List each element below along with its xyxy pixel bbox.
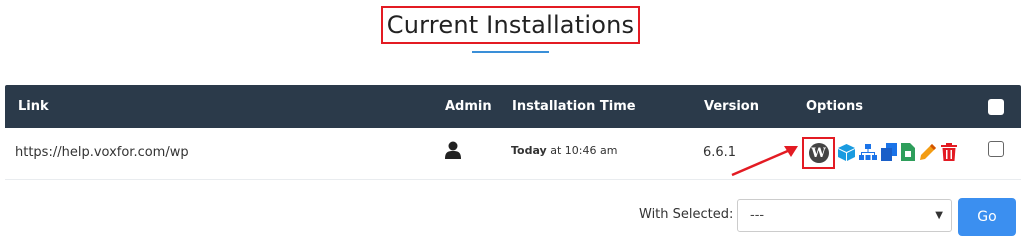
with-selected-label: With Selected:	[639, 207, 734, 222]
page-title-highlight: Current Installations	[381, 6, 640, 44]
title-underline	[472, 51, 549, 53]
file-export-icon[interactable]	[901, 142, 915, 162]
header-installation-time: Installation Time	[512, 99, 636, 114]
header-admin: Admin	[445, 99, 492, 114]
annotation-arrow	[731, 146, 798, 177]
wordpress-admin-highlight[interactable]: W	[802, 137, 835, 169]
sitemap-icon[interactable]	[859, 142, 877, 162]
copy-icon[interactable]	[881, 142, 897, 162]
installations-table: Link Admin Installation Time Version Opt…	[5, 85, 1021, 180]
page-title: Current Installations	[386, 11, 635, 39]
row-checkbox[interactable]	[988, 141, 1004, 157]
time-rest: at 10:46 am	[550, 144, 618, 157]
cube-icon[interactable]	[838, 142, 855, 162]
chevron-down-icon: ▼	[935, 210, 943, 221]
installation-time: Today at 10:46 am	[511, 144, 617, 157]
installation-link[interactable]: https://help.voxfor.com/wp	[15, 145, 189, 160]
header-options: Options	[806, 99, 863, 114]
trash-icon[interactable]	[941, 142, 957, 162]
go-button[interactable]: Go	[958, 198, 1016, 236]
pencil-icon[interactable]	[919, 142, 937, 162]
header-link: Link	[18, 99, 49, 114]
options-icons: W	[802, 137, 961, 169]
select-all-checkbox[interactable]	[988, 99, 1004, 115]
bulk-action-select[interactable]: --- ▼	[737, 199, 952, 232]
wordpress-icon[interactable]: W	[808, 143, 829, 163]
select-value: ---	[750, 208, 765, 223]
user-icon[interactable]	[445, 141, 461, 163]
table-header: Link Admin Installation Time Version Opt…	[5, 85, 1021, 128]
header-version: Version	[704, 99, 759, 114]
time-day: Today	[511, 144, 547, 157]
